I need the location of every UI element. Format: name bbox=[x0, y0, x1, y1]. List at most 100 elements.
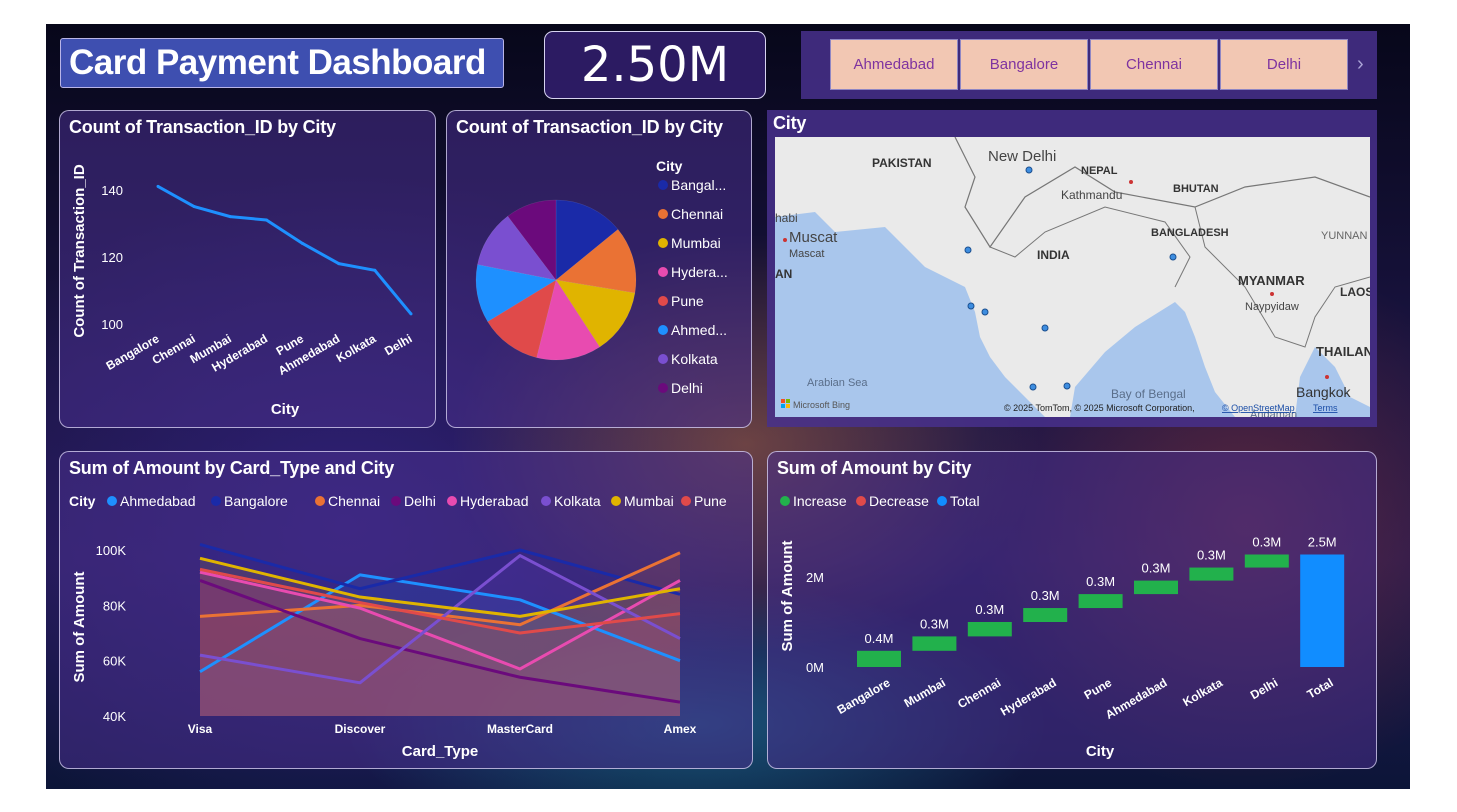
map-copyright: © 2025 TomTom, © 2025 Microsoft Corporat… bbox=[1004, 403, 1195, 413]
terms-link[interactable]: Terms bbox=[1313, 403, 1338, 413]
legend-marker bbox=[658, 209, 668, 219]
map-title: City bbox=[773, 113, 807, 133]
legend-label: Pune bbox=[671, 293, 704, 309]
x-tick-label: Hyderabad bbox=[998, 675, 1059, 718]
slicer-item-label: Delhi bbox=[1266, 56, 1302, 73]
data-label: 0.3M bbox=[1252, 535, 1281, 550]
slicer-item-delhi[interactable]: Delhi bbox=[1220, 39, 1348, 90]
increase-bar bbox=[1244, 554, 1289, 568]
legend-title: City bbox=[69, 493, 96, 509]
city-point-mumbai[interactable] bbox=[967, 302, 975, 310]
legend-marker bbox=[937, 496, 947, 506]
slicer-item-label: Chennai bbox=[1126, 56, 1182, 73]
y-tick-label: 40K bbox=[103, 709, 126, 724]
city-map[interactable]: PAKISTAN New Delhi NEPAL Kathmandu BHUTA… bbox=[775, 137, 1370, 417]
border-lines bbox=[989, 206, 1191, 288]
map-label: Kathmandu bbox=[1061, 188, 1122, 202]
increase-bar bbox=[1023, 608, 1068, 622]
x-tick-label: Total bbox=[1305, 675, 1336, 701]
city-point-chennai[interactable] bbox=[1063, 382, 1071, 390]
legend-marker bbox=[658, 354, 668, 364]
city-point-delhi[interactable] bbox=[1025, 166, 1033, 174]
y-tick-label: 2M bbox=[806, 570, 824, 585]
line-point bbox=[192, 205, 196, 209]
line-point bbox=[337, 262, 341, 266]
area-chart-panel: Sum of Amount by Card_Type and City City… bbox=[59, 451, 753, 769]
legend-label: Pune bbox=[694, 493, 727, 509]
line-series bbox=[157, 185, 413, 315]
map-label: Mascat bbox=[789, 248, 824, 260]
slicer-item-bangalore[interactable]: Bangalore bbox=[960, 39, 1088, 90]
y-tick-label: 140 bbox=[101, 183, 123, 198]
legend-marker bbox=[658, 383, 668, 393]
map-label: PAKISTAN bbox=[872, 156, 932, 170]
increase-bar bbox=[1078, 594, 1123, 609]
slicer-item-ahmedabad[interactable]: Ahmedabad bbox=[830, 39, 958, 90]
y-tick-label: 60K bbox=[103, 654, 126, 669]
city-point-bangalore[interactable] bbox=[1029, 383, 1037, 391]
total-bar bbox=[1300, 554, 1345, 667]
legend-label: Chennai bbox=[671, 206, 723, 222]
legend-label: Hydera... bbox=[671, 264, 728, 280]
legend-marker bbox=[658, 180, 668, 190]
city-point-hyderabad[interactable] bbox=[1041, 324, 1049, 332]
legend-label: Bangalore bbox=[224, 493, 288, 509]
x-tick-label: Chennai bbox=[955, 675, 1003, 711]
legend-label: Delhi bbox=[671, 380, 703, 396]
increase-bar bbox=[912, 636, 957, 651]
legend-label: Delhi bbox=[404, 493, 436, 509]
x-tick-label: Ahmedabad bbox=[1103, 675, 1169, 721]
legend-title: City bbox=[656, 158, 683, 174]
x-axis-label: City bbox=[271, 401, 300, 418]
data-label: 0.3M bbox=[975, 602, 1004, 617]
city-point-pune[interactable] bbox=[981, 308, 989, 316]
line-point bbox=[228, 215, 232, 219]
map-svg: PAKISTAN New Delhi NEPAL Kathmandu BHUTA… bbox=[775, 137, 1370, 417]
legend-marker bbox=[211, 496, 221, 506]
map-label: INDIA bbox=[1037, 248, 1070, 262]
increase-bar bbox=[967, 622, 1012, 637]
bing-label: Microsoft Bing bbox=[793, 400, 850, 410]
legend-marker bbox=[611, 496, 621, 506]
map-label: Naypyidaw bbox=[1245, 301, 1299, 313]
chevron-right-icon[interactable]: › bbox=[1357, 53, 1364, 76]
x-tick-label: Mumbai bbox=[902, 675, 948, 710]
y-tick-label: 100 bbox=[101, 317, 123, 332]
line-point bbox=[409, 312, 413, 316]
capital-dot bbox=[783, 238, 787, 242]
bing-logo-icon bbox=[781, 404, 785, 408]
map-label: THAILAN bbox=[1316, 344, 1370, 359]
city-point-kolkata[interactable] bbox=[1169, 253, 1177, 261]
legend-marker bbox=[856, 496, 866, 506]
waterfall-chart-panel: Sum of Amount by City Increase Decrease To… bbox=[767, 451, 1377, 769]
slicer-item-chennai[interactable]: Chennai bbox=[1090, 39, 1218, 90]
map-label: Bay of Bengal bbox=[1111, 387, 1186, 401]
map-label: BHUTAN bbox=[1173, 183, 1219, 195]
legend-marker bbox=[447, 496, 457, 506]
legend-marker bbox=[107, 496, 117, 506]
map-label: NEPAL bbox=[1081, 165, 1118, 177]
city-point-ahmedabad[interactable] bbox=[964, 246, 972, 254]
osm-link[interactable]: © OpenStreetMap bbox=[1222, 403, 1295, 413]
legend-marker bbox=[315, 496, 325, 506]
capital-dot bbox=[1325, 375, 1329, 379]
x-tick-label: Kolkata bbox=[1180, 675, 1225, 709]
legend-marker bbox=[541, 496, 551, 506]
x-axis-label: Card_Type bbox=[402, 743, 478, 760]
legend-marker bbox=[658, 325, 668, 335]
legend-label: Chennai bbox=[328, 493, 380, 509]
map-label: New Delhi bbox=[988, 148, 1056, 165]
capital-dot bbox=[1129, 180, 1133, 184]
data-label: 0.3M bbox=[1086, 574, 1115, 589]
legend-label: Mumbai bbox=[671, 235, 721, 251]
kpi-value: 2.50M bbox=[580, 37, 730, 93]
legend-label: Decrease bbox=[869, 493, 929, 509]
map-label: habi bbox=[775, 211, 798, 225]
increase-bar bbox=[1134, 580, 1178, 595]
map-label: YUNNAN bbox=[1321, 230, 1368, 242]
legend-marker bbox=[658, 296, 668, 306]
x-tick-label: MasterCard bbox=[487, 722, 553, 736]
map-label: MYANMAR bbox=[1238, 273, 1305, 288]
legend-label: Total bbox=[950, 493, 980, 509]
x-tick-label: Amex bbox=[664, 722, 697, 736]
